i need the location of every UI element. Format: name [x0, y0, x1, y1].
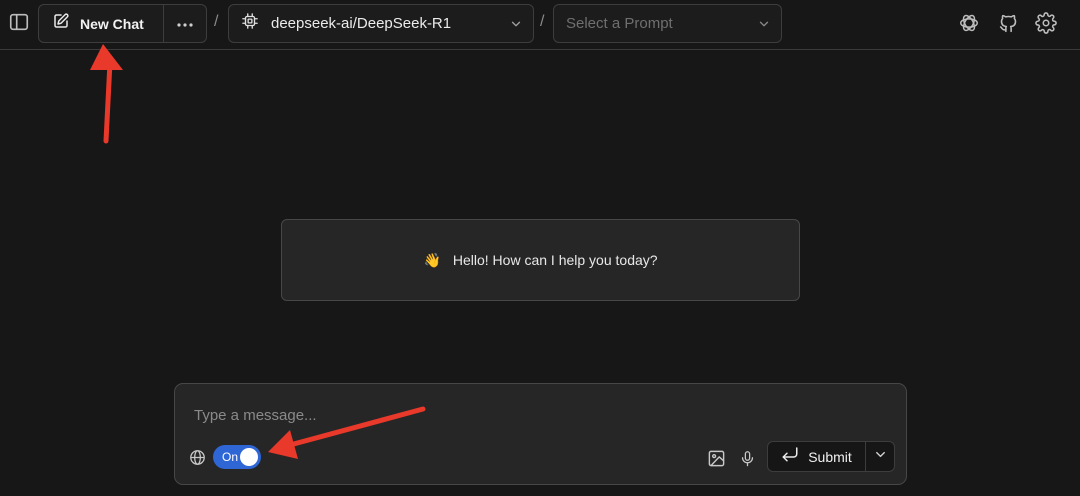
globe-icon[interactable] [187, 447, 207, 467]
message-input[interactable] [194, 404, 874, 426]
openai-icon[interactable] [956, 10, 982, 36]
prompt-selector[interactable]: Select a Prompt [553, 4, 782, 43]
submit-options-button[interactable] [866, 442, 894, 471]
chevron-down-icon [873, 447, 888, 467]
submit-group: Submit [767, 441, 895, 472]
submit-button[interactable]: Submit [768, 442, 866, 471]
model-selector[interactable]: deepseek-ai/DeepSeek-R1 [228, 4, 534, 43]
toggle-knob [240, 448, 258, 466]
enter-icon [781, 446, 799, 467]
chat-actions-group: New Chat [38, 4, 207, 43]
github-icon[interactable] [995, 10, 1021, 36]
new-chat-button[interactable]: New Chat [39, 5, 164, 42]
greeting-text: Hello! How can I help you today? [452, 252, 658, 268]
sidebar-toggle-icon[interactable] [6, 8, 32, 36]
web-search-toggle[interactable]: On [213, 445, 261, 469]
toggle-label: On [222, 450, 239, 464]
edit-icon [52, 12, 70, 35]
new-chat-label: New Chat [80, 15, 144, 32]
submit-label: Submit [808, 448, 852, 465]
message-composer: On [174, 383, 907, 485]
wave-emoji: 👋 [423, 251, 441, 268]
microphone-icon[interactable] [736, 446, 758, 470]
more-options-button[interactable] [164, 5, 206, 42]
chevron-down-icon [509, 17, 523, 36]
gear-icon[interactable] [1033, 10, 1059, 36]
cpu-chip-icon [241, 12, 259, 35]
greeting-card: 👋 Hello! How can I help you today? [281, 219, 800, 301]
chevron-down-icon [757, 17, 771, 36]
model-name: deepseek-ai/DeepSeek-R1 [271, 15, 452, 32]
arrow-to-new-chat [90, 44, 123, 144]
top-bar: New Chat / deepseek-ai/DeepSeek-R1 / Sel… [0, 0, 1080, 50]
breadcrumb-separator: / [214, 13, 219, 30]
app-root: New Chat / deepseek-ai/DeepSeek-R1 / Sel… [0, 0, 1080, 496]
breadcrumb-separator: / [540, 13, 545, 30]
prompt-placeholder: Select a Prompt [566, 15, 673, 32]
image-icon[interactable] [704, 446, 728, 470]
more-horizontal-icon [176, 15, 194, 33]
